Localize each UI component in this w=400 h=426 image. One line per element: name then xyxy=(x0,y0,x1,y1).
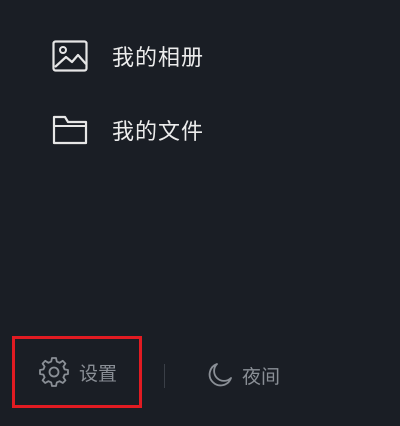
image-icon xyxy=(52,38,88,74)
divider xyxy=(164,364,165,388)
bookmark-icon xyxy=(52,0,88,6)
menu-item-label: 我的相册 xyxy=(112,46,205,71)
settings-label: 设置 xyxy=(79,362,118,385)
night-mode-button[interactable]: 夜间 xyxy=(206,358,280,392)
menu-item-my-album[interactable]: 我的相册 xyxy=(52,36,204,76)
bottom-bar: 设置 夜间 xyxy=(0,336,400,410)
settings-button[interactable]: 设置 xyxy=(12,336,142,408)
moon-icon xyxy=(206,361,234,389)
side-drawer: 我的相册 我的文件 设置 夜间 xyxy=(0,0,400,426)
night-mode-label: 夜间 xyxy=(242,365,281,388)
folder-icon xyxy=(52,112,88,148)
gear-icon xyxy=(39,357,69,387)
menu-item-label: 我的文件 xyxy=(112,120,205,145)
menu-item-my-files[interactable]: 我的文件 xyxy=(52,110,204,150)
